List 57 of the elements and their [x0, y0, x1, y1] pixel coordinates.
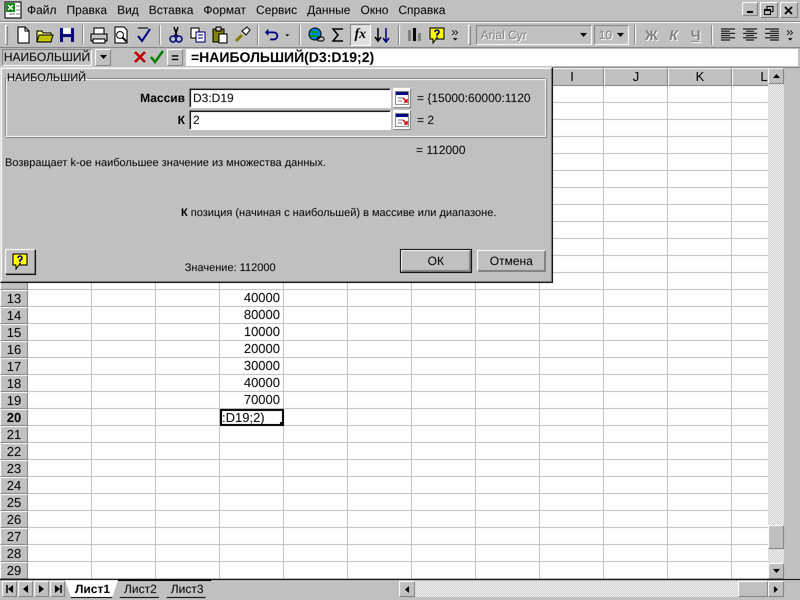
row-header[interactable]: 27: [0, 528, 28, 545]
row-header[interactable]: 13: [0, 290, 28, 307]
row-header[interactable]: 20: [0, 408, 28, 426]
row-header[interactable]: 21: [0, 426, 28, 443]
table-cell: 20000: [220, 340, 284, 358]
table-cell: 80000: [220, 306, 284, 324]
row-header[interactable]: 26: [0, 510, 28, 528]
row-header[interactable]: 15: [0, 324, 28, 341]
group-title: НАИБОЛЬШИЙ: [6, 72, 88, 84]
menu-item[interactable]: Данные: [302, 1, 356, 20]
column-header[interactable]: L: [732, 68, 768, 86]
function-button[interactable]: fx: [350, 24, 370, 46]
menu-item[interactable]: Вставка: [144, 1, 198, 20]
menu-item[interactable]: Вид: [112, 1, 144, 20]
table-cell: 40000: [220, 290, 284, 307]
formula-result: = 112000: [415, 143, 466, 157]
menu-item[interactable]: Файл: [22, 1, 62, 20]
row-header[interactable]: 18: [0, 374, 28, 392]
function-description: Возвращает k-ое наибольшее значение из множества данных.: [5, 157, 327, 169]
sheet-tab[interactable]: Лист1: [65, 580, 118, 598]
row-header[interactable]: 14: [0, 306, 28, 324]
argument-result: = {15000:60000:1120: [416, 91, 532, 105]
menu-item[interactable]: Сервис: [251, 1, 302, 20]
row-header[interactable]: 29: [0, 562, 28, 579]
row-header[interactable]: 19: [0, 392, 28, 409]
row-header[interactable]: 16: [0, 340, 28, 358]
row-header[interactable]: 25: [0, 494, 28, 511]
table-cell: 10000: [220, 324, 284, 341]
active-cell[interactable]: :D19;2): [220, 408, 284, 426]
argument-label: К: [176, 113, 186, 127]
argument-field[interactable]: 2: [189, 110, 391, 130]
ok-button[interactable]: ОК: [401, 250, 471, 272]
table-cell: 40000: [220, 374, 284, 392]
argument-result: = 2: [416, 113, 436, 127]
formula-value: Значение: 112000: [184, 262, 277, 274]
font-size: 10: [598, 28, 612, 42]
row-header[interactable]: 24: [0, 476, 28, 494]
row-header[interactable]: 28: [0, 544, 28, 562]
row-header[interactable]: 22: [0, 442, 28, 460]
equals-button[interactable]: =: [167, 48, 183, 66]
menu-item[interactable]: Правка: [62, 1, 112, 20]
column-header[interactable]: K: [668, 68, 732, 86]
formula-field[interactable]: =НАИБОЛЬШИЙ(D3:D19;2): [186, 48, 798, 66]
menu-item[interactable]: Справка: [393, 1, 450, 20]
row-header[interactable]: 23: [0, 460, 28, 477]
argument-label: Массив: [139, 91, 186, 105]
row-header[interactable]: 17: [0, 358, 28, 375]
menu-item[interactable]: Формат: [198, 1, 252, 20]
sheet-tab[interactable]: Лист3: [160, 580, 212, 598]
argument-field[interactable]: D3:D19: [189, 88, 391, 108]
cancel-button[interactable]: Отмена: [476, 250, 546, 272]
column-header[interactable]: J: [604, 68, 668, 86]
argument-description: К позиция (начиная с наибольшей) в массиве или диапазоне.: [180, 207, 498, 219]
menu-item[interactable]: Окно: [355, 1, 394, 20]
font-name: Arial Cyr: [480, 28, 527, 42]
name-box[interactable]: НАИБОЛЬШИЙ: [2, 48, 92, 66]
table-cell: 30000: [220, 358, 284, 375]
